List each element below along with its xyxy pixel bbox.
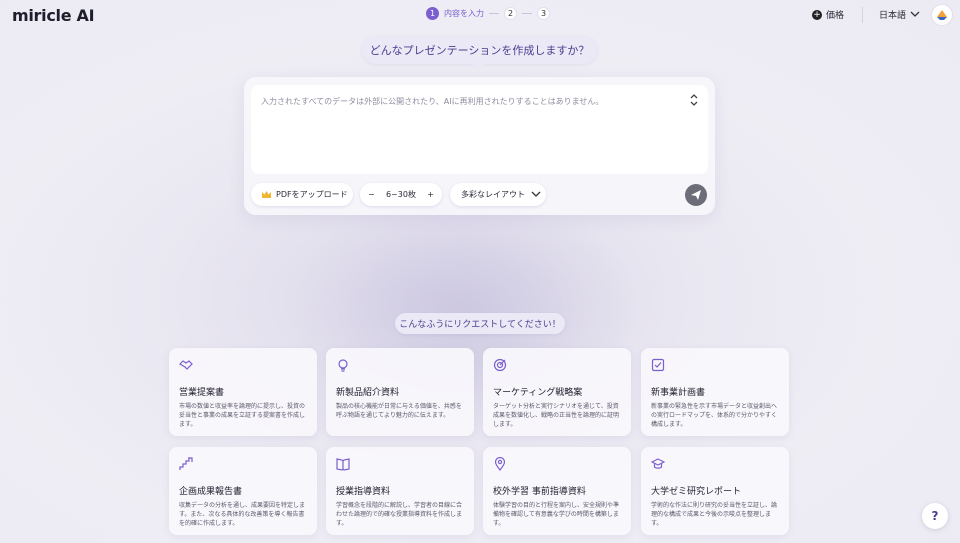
- card-description: 市場の数値と収益率を論理的に提示し、投資の妥当性と事業の成果を立証する提案書を作…: [179, 403, 306, 428]
- send-icon: [691, 190, 701, 200]
- question-bubble: どんなプレゼンテーションを作成しますか？: [362, 36, 597, 70]
- card-title: 新事業計画書: [651, 388, 706, 398]
- handshake-icon: [179, 360, 193, 370]
- template-card-sales-proposal[interactable]: 営業提案書 市場の数値と収益率を論理的に提示し、投資の妥当性と事業の成果を立証す…: [169, 348, 317, 436]
- card-title: 大学ゼミ研究レポート: [651, 487, 742, 497]
- decrease-count-button[interactable]: −: [368, 190, 375, 199]
- checklist-icon: [651, 358, 665, 372]
- step-indicator: 1 内容を入力 2 3: [426, 7, 550, 20]
- card-description: 収集データの分析を通し、成果要因を特定します。また、次なる具体的な改善策を導く報…: [179, 502, 306, 527]
- plus-circle-icon: +: [812, 9, 822, 20]
- crown-icon: [262, 191, 271, 198]
- template-card-field-trip[interactable]: 校外学習 事前指導資料 体験学習の目的と行程を案内し、安全規則や準備物を確認して…: [483, 447, 631, 535]
- upload-pdf-button[interactable]: PDFをアップロード: [251, 183, 353, 206]
- template-card-lesson-material[interactable]: 授業指導資料 学習概念を段階的に解説し、学習者の目線に合わせた論理的で的確な授業…: [326, 447, 474, 535]
- chevron-down-icon: [910, 11, 920, 17]
- step-1[interactable]: 1: [426, 7, 439, 20]
- question-text: どんなプレゼンテーションを作成しますか？: [369, 44, 590, 57]
- card-title: 営業提案書: [179, 388, 225, 398]
- prompt-placeholder: 入力されたすべてのデータは外部に公開されたり、AIに再利用されたりすることはあり…: [261, 97, 604, 106]
- card-title: マーケティング戦略案: [493, 388, 583, 398]
- target-icon: [493, 358, 507, 372]
- location-pin-icon: [494, 456, 506, 471]
- header-divider: [862, 7, 863, 23]
- step-1-label: 内容を入力: [444, 9, 484, 18]
- language-selector[interactable]: 日本語: [879, 8, 920, 21]
- layout-label: 多彩なレイアウト: [461, 190, 525, 199]
- template-card-marketing-strategy[interactable]: マーケティング戦略案 ターゲット分析と実行シナリオを通じて、投資成果を数値化し、…: [483, 348, 631, 436]
- step-3[interactable]: 3: [537, 7, 550, 20]
- step-connector: [522, 13, 532, 14]
- layout-dropdown[interactable]: 多彩なレイアウト: [450, 183, 546, 206]
- send-button[interactable]: [685, 184, 707, 206]
- step-2[interactable]: 2: [504, 7, 517, 20]
- card-description: 新事業の緊急性を示す市場データと収益創出への実行ロードマップを、体系的で分かりや…: [651, 403, 778, 428]
- book-icon: [336, 458, 350, 471]
- suggestion-text: こんなふうにリクエストしてください！: [399, 320, 561, 330]
- card-description: 製品の核心機能が日常に与える価値を、共感を呼ぶ物語を通じてより魅力的に伝えます。: [336, 403, 462, 419]
- template-card-project-report[interactable]: 企画成果報告書 収集データの分析を通し、成果要因を特定します。また、次なる具体的…: [169, 447, 317, 535]
- card-title: 授業指導資料: [336, 487, 391, 497]
- input-panel: 入力されたすべてのデータは外部に公開されたり、AIに再利用されたりすることはあり…: [244, 77, 715, 215]
- slide-count-stepper: − 6~30枚 +: [360, 183, 442, 206]
- logo[interactable]: miricle AI: [12, 6, 95, 25]
- avatar[interactable]: [931, 4, 953, 26]
- graduation-cap-icon: [650, 458, 666, 469]
- card-title: 企画成果報告書: [179, 487, 243, 497]
- card-description: ターゲット分析と実行シナリオを通じて、投資成果を数値化し、戦略の正当性を論理的に…: [493, 403, 620, 428]
- price-label: 価格: [826, 11, 845, 21]
- chevron-down-icon: [531, 191, 541, 197]
- language-label: 日本語: [879, 11, 907, 21]
- card-title: 新製品紹介資料: [336, 388, 400, 398]
- increase-count-button[interactable]: +: [427, 190, 434, 199]
- avatar-logo-icon: [937, 10, 947, 20]
- header: miricle AI 1 内容を入力 2 3 + 価格 日本語: [0, 0, 960, 30]
- card-description: 学術的な作法に則り研究の妥当性を立証し、論理的な構成で成果と今後の示唆点を整理し…: [651, 502, 778, 527]
- price-button[interactable]: + 価格: [812, 8, 844, 21]
- card-description: 学習概念を段階的に解説し、学習者の目線に合わせた論理的で的確な授業指導資料を作成…: [336, 502, 463, 527]
- slide-count-label: 6~30枚: [386, 190, 416, 199]
- step-connector: [489, 13, 499, 14]
- help-button[interactable]: ?: [922, 503, 948, 529]
- suggestion-label: こんなふうにリクエストしてください！: [395, 313, 565, 334]
- template-card-business-plan[interactable]: 新事業計画書 新事業の緊急性を示す市場データと収益創出への実行ロードマップを、体…: [641, 348, 789, 436]
- card-description: 体験学習の目的と行程を案内し、安全規則や準備物を確認して有意義な学びの時間を構築…: [493, 502, 620, 527]
- card-title: 校外学習 事前指導資料: [493, 487, 586, 497]
- growth-chart-icon: [179, 457, 193, 470]
- template-card-seminar-report[interactable]: 大学ゼミ研究レポート 学術的な作法に則り研究の妥当性を立証し、論理的な構成で成果…: [641, 447, 789, 535]
- bubble-tail: [472, 58, 484, 70]
- lightbulb-icon: [338, 359, 348, 372]
- help-icon: ?: [931, 509, 939, 523]
- upload-pdf-label: PDFをアップロード: [276, 190, 348, 199]
- template-card-new-product[interactable]: 新製品紹介資料 製品の核心機能が日常に与える価値を、共感を呼ぶ物語を通じてより魅…: [326, 348, 474, 436]
- expand-icon[interactable]: [688, 93, 700, 107]
